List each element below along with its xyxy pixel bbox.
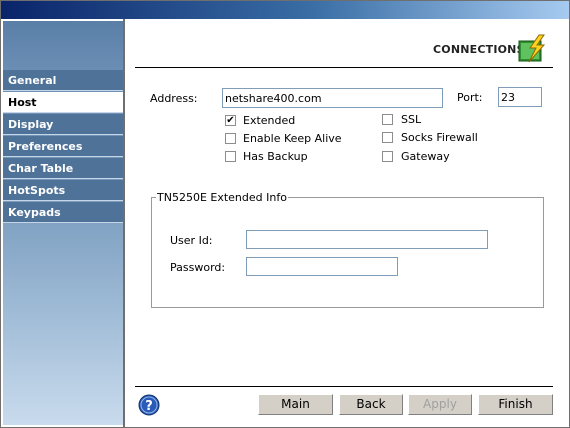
sidebar-item-general[interactable]: General — [3, 70, 123, 91]
ssl-checkbox[interactable] — [382, 114, 393, 125]
sidebar-item-keypads[interactable]: Keypads — [3, 202, 123, 223]
extended-checkbox[interactable]: ✔ — [225, 115, 236, 126]
sidebar-item-preferences[interactable]: Preferences — [3, 136, 123, 157]
sidebar-item-display[interactable]: Display — [3, 114, 123, 135]
password-label: Password: — [170, 261, 226, 274]
has-backup-checkbox[interactable] — [225, 151, 236, 162]
main-button[interactable]: Main — [258, 394, 333, 415]
address-label: Address: — [150, 92, 198, 105]
port-input[interactable] — [498, 87, 542, 107]
sidebar: General Host Display Preferences Char Ta… — [3, 21, 123, 425]
socks-firewall-checkbox[interactable] — [382, 132, 393, 143]
svg-text:?: ? — [145, 399, 153, 414]
help-icon[interactable]: ? — [138, 394, 160, 416]
page-title: CONNECTIONS — [433, 43, 525, 56]
sidebar-item-hotspots[interactable]: HotSpots — [3, 180, 123, 201]
title-bar[interactable] — [1, 1, 569, 19]
gateway-label: Gateway — [401, 150, 450, 163]
user-id-label: User Id: — [170, 234, 213, 247]
finish-button[interactable]: Finish — [478, 394, 553, 415]
connection-lightning-icon — [518, 34, 546, 63]
extended-info-group — [151, 197, 544, 308]
keep-alive-checkbox[interactable] — [225, 133, 236, 144]
socks-firewall-label: Socks Firewall — [401, 131, 478, 144]
ssl-label: SSL — [401, 113, 422, 126]
extended-info-group-title: TN5250E Extended Info — [156, 191, 288, 204]
extended-label: Extended — [243, 114, 296, 127]
apply-button[interactable]: Apply — [408, 394, 472, 415]
footer-separator — [135, 386, 553, 387]
sidebar-item-char-table[interactable]: Char Table — [3, 158, 123, 179]
keep-alive-label: Enable Keep Alive — [243, 132, 342, 145]
connections-window: General Host Display Preferences Char Ta… — [0, 0, 570, 428]
address-input[interactable] — [222, 88, 443, 108]
header-separator — [135, 67, 553, 68]
user-id-input[interactable] — [246, 230, 488, 249]
password-input[interactable] — [246, 257, 398, 276]
sidebar-item-host[interactable]: Host — [3, 92, 123, 113]
has-backup-label: Has Backup — [243, 150, 308, 163]
back-button[interactable]: Back — [339, 394, 403, 415]
gateway-checkbox[interactable] — [382, 151, 393, 162]
port-label: Port: — [457, 91, 483, 104]
